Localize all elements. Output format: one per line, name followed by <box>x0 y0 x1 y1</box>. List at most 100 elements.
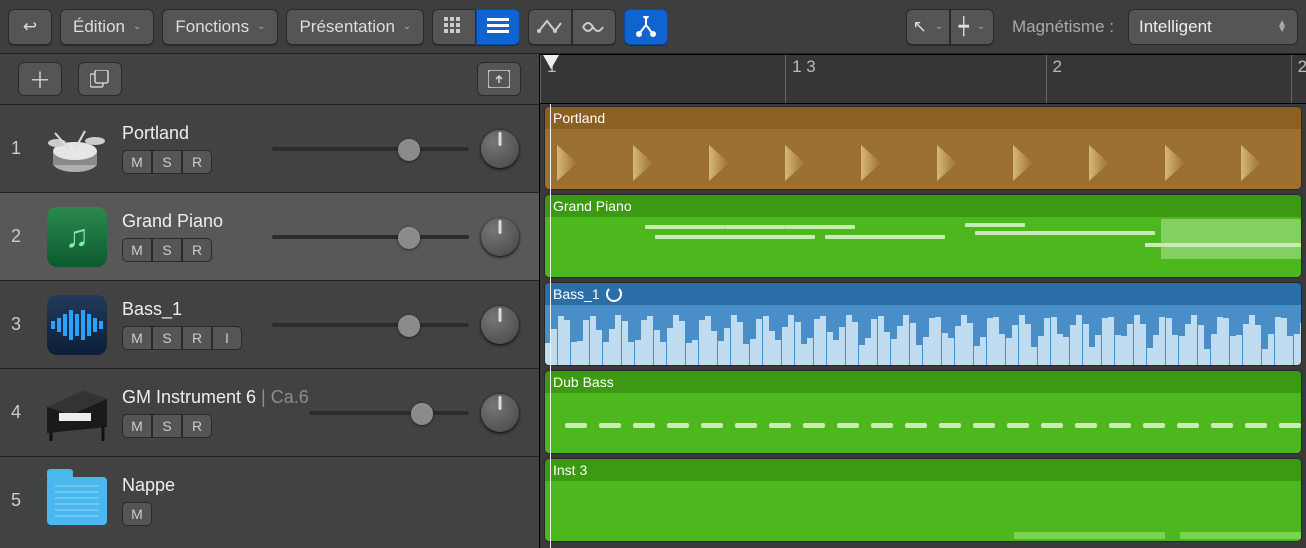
ruler-mark: 2 <box>1291 55 1306 103</box>
grid-icon <box>444 17 464 37</box>
m-button[interactable]: M <box>122 326 152 350</box>
chevron-down-icon: ⌄ <box>403 21 411 32</box>
pan-knob[interactable] <box>481 218 519 256</box>
region-clip[interactable]: Bass_1 <box>544 282 1302 366</box>
automation-button[interactable] <box>528 9 572 45</box>
track-icon[interactable]: ♫ <box>42 202 112 272</box>
track-icon[interactable] <box>42 290 112 360</box>
s-button[interactable]: S <box>152 326 182 350</box>
m-button[interactable]: M <box>122 414 152 438</box>
playhead-icon[interactable] <box>543 55 559 69</box>
region-clip[interactable]: Portland <box>544 106 1302 190</box>
track-name[interactable]: Nappe <box>122 475 272 496</box>
track-number: 5 <box>0 490 32 511</box>
ruler[interactable]: 11 322 <box>540 54 1306 104</box>
tool-group: ↖⌄ ┿⌄ <box>906 9 994 45</box>
region-name: Bass_1 <box>553 286 600 302</box>
stepper-icon: ▲▼ <box>1277 21 1287 33</box>
catalog-icon <box>488 70 510 88</box>
track-icon[interactable] <box>42 466 112 536</box>
flex-icon <box>581 17 607 37</box>
track-header-panel: ＋ 1 Portland MSR 2 ♫ Grand Piano MSR <box>0 54 540 548</box>
track-name[interactable]: Portland <box>122 123 272 144</box>
snap-select[interactable]: Intelligent ▲▼ <box>1128 9 1298 45</box>
track-row[interactable]: 5 Nappe M <box>0 456 539 544</box>
chevron-down-icon: ⌄ <box>257 21 265 32</box>
chevron-down-icon: ⌄ <box>977 21 985 32</box>
ruler-mark: 1 3 <box>785 55 816 103</box>
back-button[interactable]: ↩ <box>8 9 52 45</box>
region-header: Inst 3 <box>545 459 1301 481</box>
snap-label: Magnétisme : <box>1012 17 1114 37</box>
track-row[interactable]: 1 Portland MSR <box>0 104 539 192</box>
ruler-mark: 2 <box>1046 55 1062 103</box>
menu-edit[interactable]: Édition⌄ <box>60 9 154 45</box>
pan-knob[interactable] <box>481 130 519 168</box>
s-button[interactable]: S <box>152 238 182 262</box>
r-button[interactable]: R <box>182 414 212 438</box>
s-button[interactable]: S <box>152 150 182 174</box>
region-clip[interactable]: Inst 3 <box>544 458 1302 542</box>
catch-playhead-button[interactable] <box>624 9 668 45</box>
track-row[interactable]: 2 ♫ Grand Piano MSR <box>0 192 539 280</box>
m-button[interactable]: M <box>122 150 152 174</box>
automation-flex-group <box>528 9 616 45</box>
track-name[interactable]: GM Instrument 6 | Ca.6 <box>122 387 309 408</box>
region-name: Grand Piano <box>553 198 632 214</box>
grid-view-button[interactable] <box>432 9 476 45</box>
return-icon: ↩ <box>23 17 37 37</box>
view-mode-group <box>432 9 520 45</box>
flex-button[interactable] <box>572 9 616 45</box>
r-button[interactable]: R <box>182 326 212 350</box>
list-icon <box>487 18 509 36</box>
m-button[interactable]: M <box>122 238 152 262</box>
scissors-node-icon <box>635 16 657 38</box>
region-clip[interactable]: Grand Piano <box>544 194 1302 278</box>
region-header: Bass_1 <box>545 283 1301 305</box>
region-name: Inst 3 <box>553 462 587 478</box>
track-catalog-button[interactable] <box>477 62 521 96</box>
pointer-tool[interactable]: ↖⌄ <box>906 9 950 45</box>
volume-slider[interactable] <box>272 317 469 333</box>
region-clip[interactable]: Dub Bass <box>544 370 1302 454</box>
track-number: 2 <box>0 226 32 247</box>
volume-slider[interactable] <box>272 141 469 157</box>
pan-knob[interactable] <box>481 306 519 344</box>
playhead-line <box>550 104 551 548</box>
chevron-down-icon: ⌄ <box>133 21 141 32</box>
r-button[interactable]: R <box>182 238 212 262</box>
i-button[interactable]: I <box>212 326 242 350</box>
track-name[interactable]: Grand Piano <box>122 211 272 232</box>
chevron-down-icon: ⌄ <box>935 21 943 32</box>
pan-knob[interactable] <box>481 394 519 432</box>
snap-value: Intelligent <box>1139 17 1212 37</box>
track-row[interactable]: 3 Bass_1 MSRI <box>0 280 539 368</box>
volume-slider[interactable] <box>272 229 469 245</box>
marquee-tool[interactable]: ┿⌄ <box>950 9 994 45</box>
duplicate-track-button[interactable] <box>78 62 122 96</box>
list-view-button[interactable] <box>476 9 520 45</box>
loop-icon <box>606 286 622 302</box>
track-row[interactable]: 4 GM Instrument 6 | Ca.6 MSR <box>0 368 539 456</box>
volume-slider[interactable] <box>309 405 469 421</box>
m-button[interactable]: M <box>122 502 152 526</box>
menu-functions[interactable]: Fonctions⌄ <box>162 9 278 45</box>
region-header: Dub Bass <box>545 371 1301 393</box>
region-body <box>545 129 1301 189</box>
region-lane-area[interactable]: Portland Grand Piano Bass_1 Dub Bass Inst 3 <box>540 104 1306 548</box>
track-icon[interactable] <box>42 114 112 184</box>
region-header: Grand Piano <box>545 195 1301 217</box>
s-button[interactable]: S <box>152 414 182 438</box>
automation-icon <box>537 17 563 37</box>
track-icon[interactable] <box>42 378 112 448</box>
menu-view[interactable]: Présentation⌄ <box>286 9 424 45</box>
add-track-button[interactable]: ＋ <box>18 62 62 96</box>
track-number: 1 <box>0 138 32 159</box>
region-name: Portland <box>553 110 605 126</box>
r-button[interactable]: R <box>182 150 212 174</box>
track-name[interactable]: Bass_1 <box>122 299 272 320</box>
region-header: Portland <box>545 107 1301 129</box>
top-toolbar: ↩ Édition⌄ Fonctions⌄ Présentation⌄ ↖⌄ ┿… <box>0 0 1306 54</box>
region-name: Dub Bass <box>553 374 614 390</box>
crosshair-icon: ┿ <box>959 17 969 37</box>
